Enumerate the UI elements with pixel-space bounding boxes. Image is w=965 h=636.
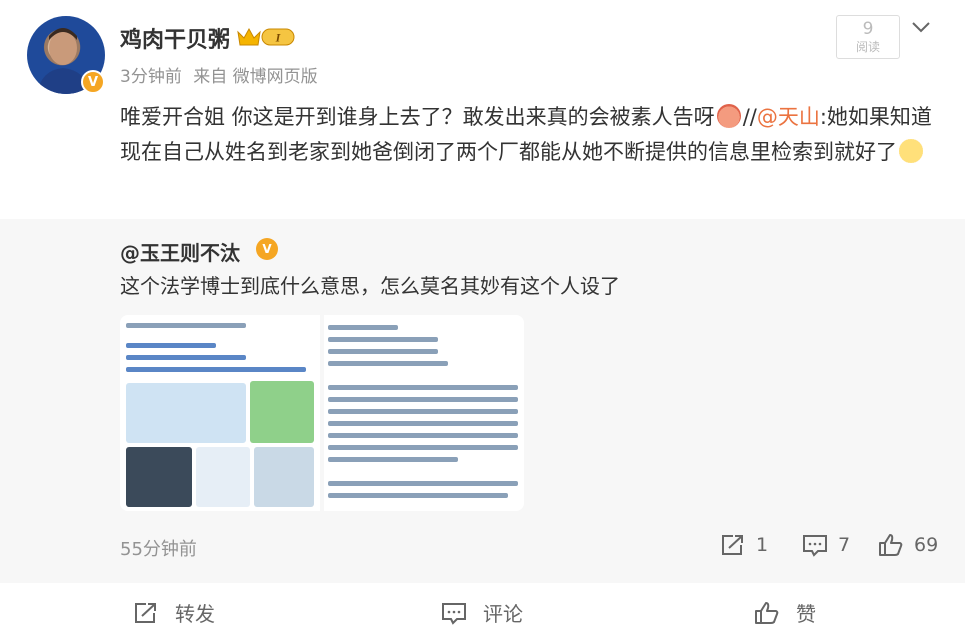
avatar[interactable]: V (27, 16, 105, 94)
retweet-repost-button[interactable]: 1 (720, 533, 768, 557)
post-source: 来自 微博网页版 (193, 67, 318, 87)
read-count-box: 9 阅读 (836, 15, 900, 59)
repost-icon (722, 535, 743, 555)
like-button[interactable]: 赞 (754, 598, 816, 627)
retweet-block[interactable]: @玉王则不汰 V 这个法学博士到底什么意思，怎么莫名其妙有这个人设了 55分钟前… (0, 219, 965, 583)
weibo-post-card: V 鸡肉干贝粥 I 3分钟前 来自 微博网页版 9 阅读 唯爱开合姐 你这是开到… (0, 0, 965, 636)
retweet-repost-count: 1 (756, 534, 769, 556)
retweet-text: 这个法学博士到底什么意思，怎么莫名其妙有这个人设了 (120, 274, 620, 298)
chevron-down-icon[interactable] (910, 18, 932, 36)
wink-face-icon (899, 139, 923, 163)
retweet-like-count: 69 (914, 534, 939, 556)
post-time[interactable]: 3分钟前 (120, 67, 182, 87)
post-text: 唯爱开合姐 你这是开到谁身上去了？敢发出来真的会被素人告呀//@天山:她如果知道… (120, 100, 940, 170)
retweet-time[interactable]: 55分钟前 (120, 535, 197, 561)
retweet-image-1[interactable] (120, 315, 320, 511)
comment-button[interactable]: 评论 (441, 598, 523, 627)
retweet-comment-button[interactable]: 7 (802, 533, 850, 557)
verified-badge-icon: V (81, 70, 105, 94)
read-count-number: 9 (862, 19, 874, 39)
angry-face-icon (716, 104, 741, 128)
post-text-part1: 唯爱开合姐 你这是开到谁身上去了？敢发出来真的会被素人告呀 (120, 105, 715, 129)
thumbs-up-icon (879, 534, 903, 556)
retweet-verified-badge-icon: V (256, 238, 278, 260)
repost-icon (135, 602, 156, 623)
like-label: 赞 (796, 602, 816, 626)
mention-link[interactable]: @天山 (757, 105, 820, 129)
read-count-label: 阅读 (855, 40, 880, 54)
post-meta: 3分钟前 来自 微博网页版 (120, 62, 324, 87)
retweet-image-2[interactable] (324, 315, 524, 511)
thumbs-up-icon (755, 601, 779, 624)
comment-label: 评论 (483, 602, 523, 626)
retweet-comment-count: 7 (838, 534, 851, 556)
vip-level-badge-icon[interactable]: I (236, 26, 296, 48)
repost-label: 转发 (175, 602, 215, 626)
author-name[interactable]: 鸡肉干贝粥 (120, 22, 230, 54)
retweet-like-button[interactable]: 69 (878, 533, 938, 557)
retweet-author[interactable]: @玉王则不汰 (120, 237, 240, 266)
repost-button[interactable]: 转发 (133, 598, 215, 627)
comment-icon (803, 535, 827, 557)
post-text-slash: // (742, 105, 757, 129)
comment-icon (442, 602, 466, 625)
